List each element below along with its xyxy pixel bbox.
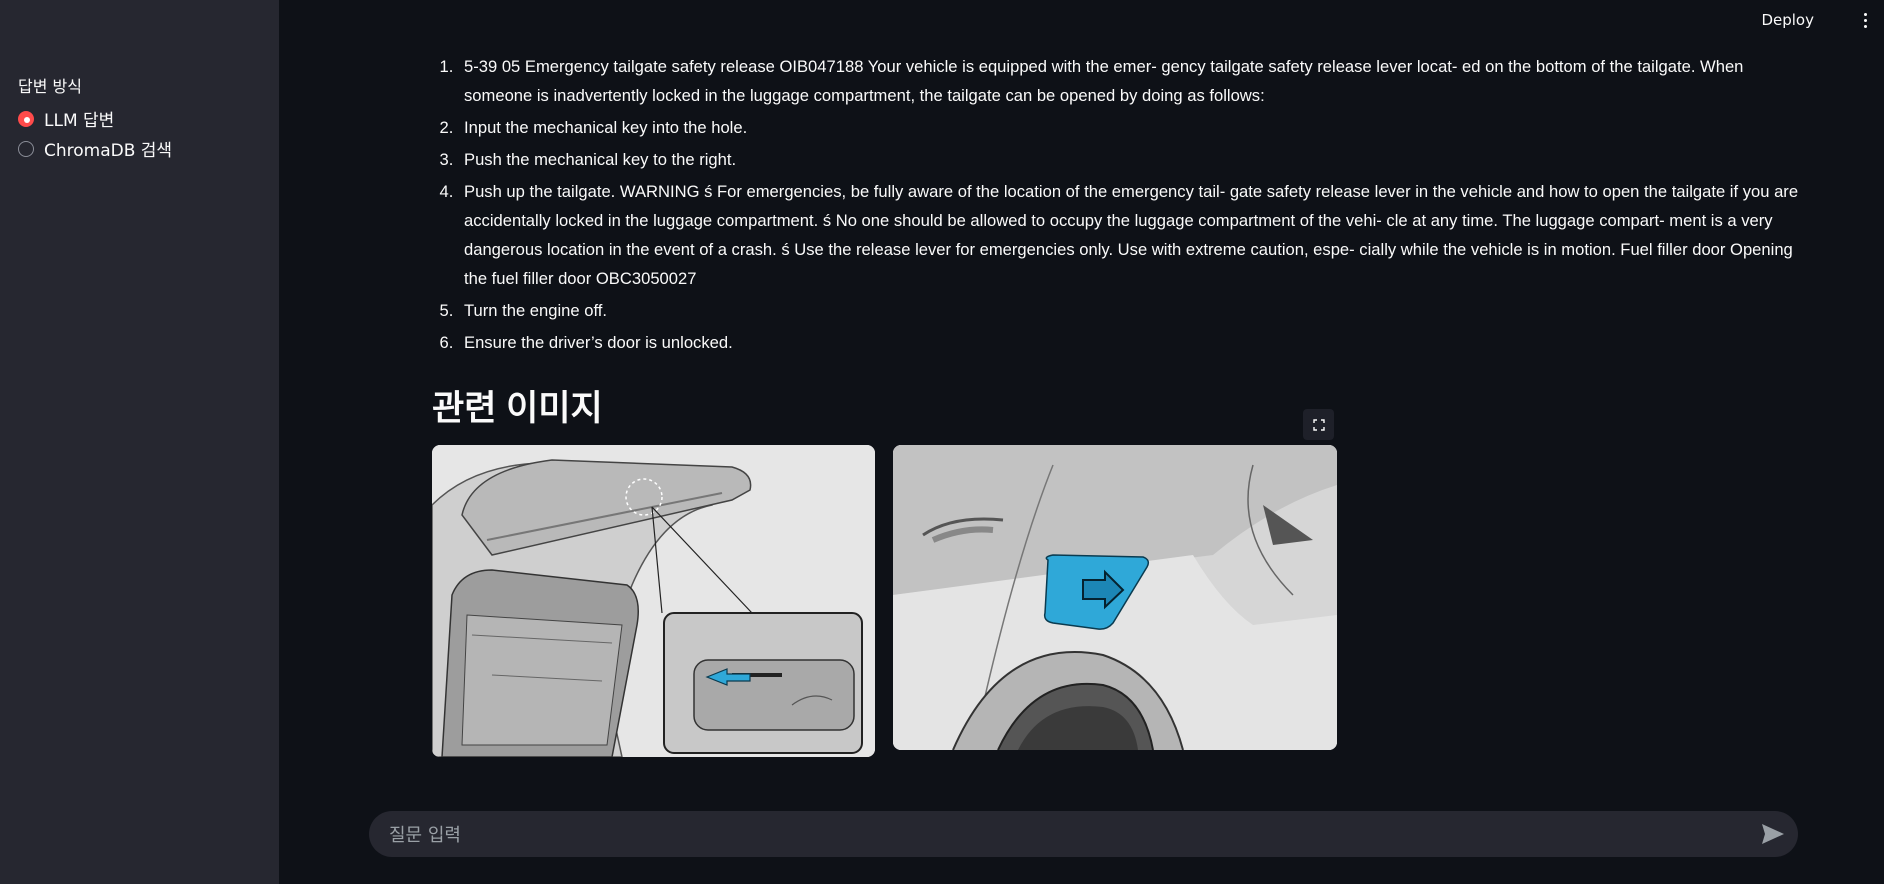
fullscreen-icon[interactable] — [1303, 409, 1334, 440]
answer-item: Push up the tailgate. WARNING ś For emer… — [458, 177, 1802, 293]
answer-item: Input the mechanical key into the hole. — [458, 113, 1802, 142]
fuel-filler-door-image — [893, 445, 1337, 750]
related-images-heading: 관련 이미지 — [432, 389, 603, 428]
question-input[interactable] — [387, 811, 1731, 859]
answer-item: Push the mechanical key to the right. — [458, 145, 1802, 174]
tailgate-release-image — [432, 445, 875, 757]
send-icon[interactable] — [1760, 822, 1786, 846]
sidebar: 답변 방식 LLM 답변 ChromaDB 검색 — [0, 0, 279, 884]
radio-option-label: ChromaDB 검색 — [44, 141, 173, 161]
radio-option-label: LLM 답변 — [44, 111, 115, 131]
answer-item: Ensure the driver’s door is unlocked. — [458, 328, 1802, 357]
radio-option-chromadb[interactable]: ChromaDB 검색 — [18, 136, 172, 161]
radio-button-selected[interactable] — [18, 110, 34, 127]
radio-option-llm[interactable]: LLM 답변 — [18, 106, 114, 131]
answer-mode-label: 답변 방식 — [18, 77, 82, 96]
kebab-menu-icon[interactable] — [1860, 10, 1870, 30]
chat-input-bar — [369, 811, 1798, 859]
answer-list: 5-39 05 Emergency tailgate safety releas… — [432, 52, 1802, 360]
answer-item: 5-39 05 Emergency tailgate safety releas… — [458, 52, 1802, 110]
deploy-button[interactable]: Deploy — [1761, 11, 1814, 29]
radio-button[interactable] — [18, 140, 34, 157]
answer-item: Turn the engine off. — [458, 296, 1802, 325]
